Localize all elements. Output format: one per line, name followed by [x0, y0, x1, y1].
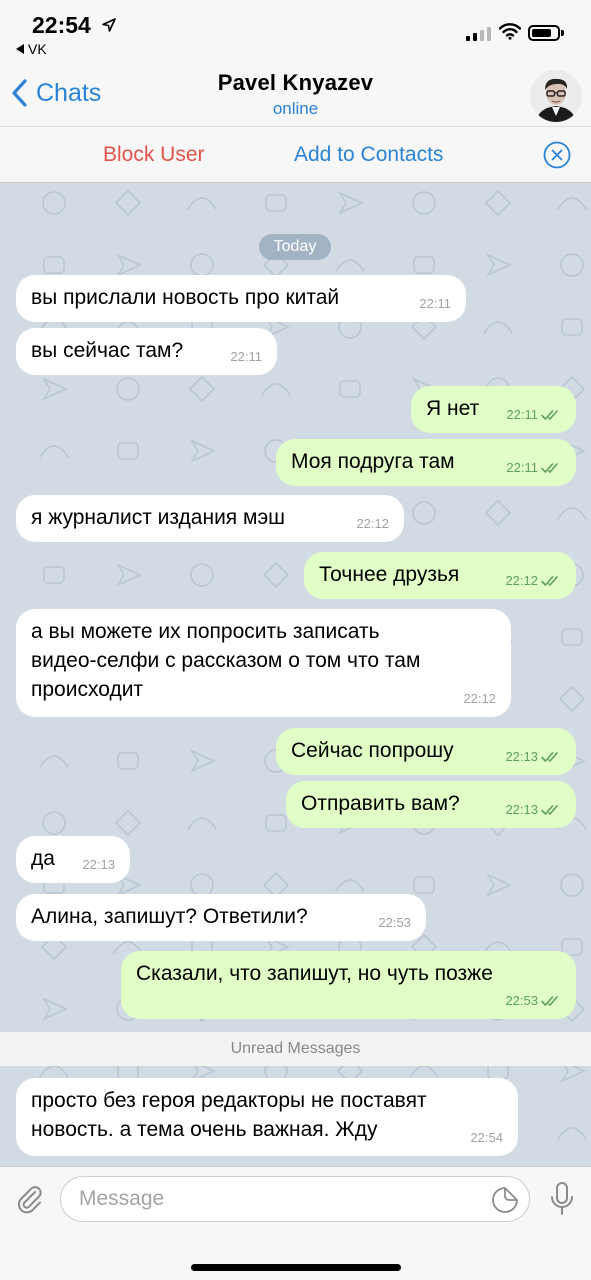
- message-text: видео-селфи с рассказом о том что там: [31, 649, 421, 672]
- incoming-message-bubble[interactable]: вы прислали новость про китай 22:11: [16, 275, 466, 322]
- sticker-icon[interactable]: [491, 1186, 519, 1214]
- message-time: 22:11: [506, 460, 538, 475]
- incoming-message-bubble[interactable]: Алина, запишут? Ответили? 22:53: [16, 894, 426, 941]
- wifi-icon: [499, 23, 521, 40]
- add-to-contacts-button[interactable]: Add to Contacts: [294, 143, 443, 167]
- message-text: вы прислали новость про китай: [31, 286, 340, 309]
- incoming-message-bubble[interactable]: вы сейчас там? 22:11: [16, 328, 277, 375]
- message-time: 22:11: [419, 296, 451, 311]
- message-text: Я нет: [426, 397, 480, 420]
- incoming-message-bubble[interactable]: просто без героя редакторы не поставят но…: [16, 1078, 518, 1156]
- message-text: Точнее друзья: [319, 563, 460, 586]
- status-bar: 22:54 VK: [0, 0, 591, 66]
- outgoing-message-bubble[interactable]: Сейчас попрошу 22:13: [276, 728, 576, 775]
- chat-header[interactable]: Pavel Knyazev online: [0, 70, 591, 119]
- incoming-message-bubble[interactable]: а вы можете их попросить записать видео-с…: [16, 609, 511, 717]
- avatar-portrait-icon: [530, 70, 582, 122]
- incoming-message-bubble[interactable]: да 22:13: [16, 836, 130, 883]
- message-time: 22:13: [505, 802, 538, 817]
- message-text: вы сейчас там?: [31, 339, 184, 362]
- message-text: просто без героя редакторы не поставят: [31, 1089, 427, 1112]
- message-text: новость. а тема очень важная. Жду: [31, 1118, 378, 1141]
- outgoing-message-bubble[interactable]: Сказали, что запишут, но чуть позже 22:53: [121, 951, 576, 1019]
- message-text: Алина, запишут? Ответили?: [31, 905, 308, 928]
- message-time: 22:12: [463, 691, 496, 706]
- message-text: Моя подруга там: [291, 450, 455, 473]
- date-chip: Today: [259, 234, 331, 260]
- nav-bar: Chats Pavel Knyazev online: [0, 66, 591, 126]
- paperclip-icon[interactable]: [14, 1183, 46, 1215]
- message-time: 22:12: [505, 573, 538, 588]
- message-time: 22:53: [505, 993, 538, 1008]
- message-text: Сейчас попрошу: [291, 739, 454, 762]
- double-check-icon: [541, 752, 558, 762]
- outgoing-message-bubble[interactable]: Точнее друзья 22:12: [304, 552, 576, 599]
- microphone-icon[interactable]: [549, 1181, 575, 1217]
- message-time: 22:54: [470, 1130, 503, 1145]
- double-check-icon: [541, 576, 558, 586]
- double-check-icon: [541, 463, 558, 473]
- message-time: 22:11: [506, 407, 538, 422]
- contact-name: Pavel Knyazev: [217, 70, 374, 95]
- block-user-button[interactable]: Block User: [103, 143, 205, 167]
- double-check-icon: [541, 805, 558, 815]
- message-time: 22:13: [82, 857, 115, 872]
- double-check-icon: [541, 410, 558, 420]
- incoming-message-bubble[interactable]: я журналист издания мэш 22:12: [16, 495, 404, 542]
- home-indicator[interactable]: [191, 1264, 401, 1271]
- avatar[interactable]: [530, 70, 582, 122]
- message-text: происходит: [31, 678, 144, 701]
- battery-icon: [528, 25, 564, 41]
- cellular-signal-icon: [466, 27, 491, 41]
- composer-bar: [0, 1166, 591, 1280]
- message-time: 22:12: [356, 516, 389, 531]
- message-time: 22:13: [505, 749, 538, 764]
- message-text: да: [31, 847, 55, 870]
- message-input[interactable]: [79, 1185, 479, 1213]
- outgoing-message-bubble[interactable]: Я нет 22:11: [411, 386, 576, 433]
- message-text: Отправить вам?: [301, 792, 460, 815]
- double-check-icon: [541, 996, 558, 1006]
- message-time: 22:53: [378, 915, 411, 930]
- message-text: а вы можете их попросить записать: [31, 620, 380, 643]
- contact-status: online: [272, 99, 319, 118]
- chat-history[interactable]: Today вы прислали новость про китай 22:11…: [0, 183, 591, 1166]
- unread-divider: Unread Messages: [0, 1032, 591, 1066]
- message-text: Сказали, что запишут, но чуть позже: [136, 962, 493, 985]
- outgoing-message-bubble[interactable]: Отправить вам? 22:13: [286, 781, 576, 828]
- message-time: 22:11: [230, 349, 262, 364]
- back-triangle-icon: [16, 44, 24, 54]
- outgoing-message-bubble[interactable]: Моя подруга там 22:11: [276, 439, 576, 486]
- message-text: я журналист издания мэш: [31, 506, 286, 529]
- close-icon[interactable]: [543, 141, 571, 169]
- back-to-app[interactable]: VK: [16, 41, 47, 57]
- location-arrow-icon: [102, 18, 116, 32]
- back-app-label: VK: [28, 41, 47, 57]
- message-field[interactable]: [60, 1176, 530, 1222]
- status-time: 22:54: [32, 12, 91, 38]
- contact-action-bar: Block User Add to Contacts: [0, 126, 591, 183]
